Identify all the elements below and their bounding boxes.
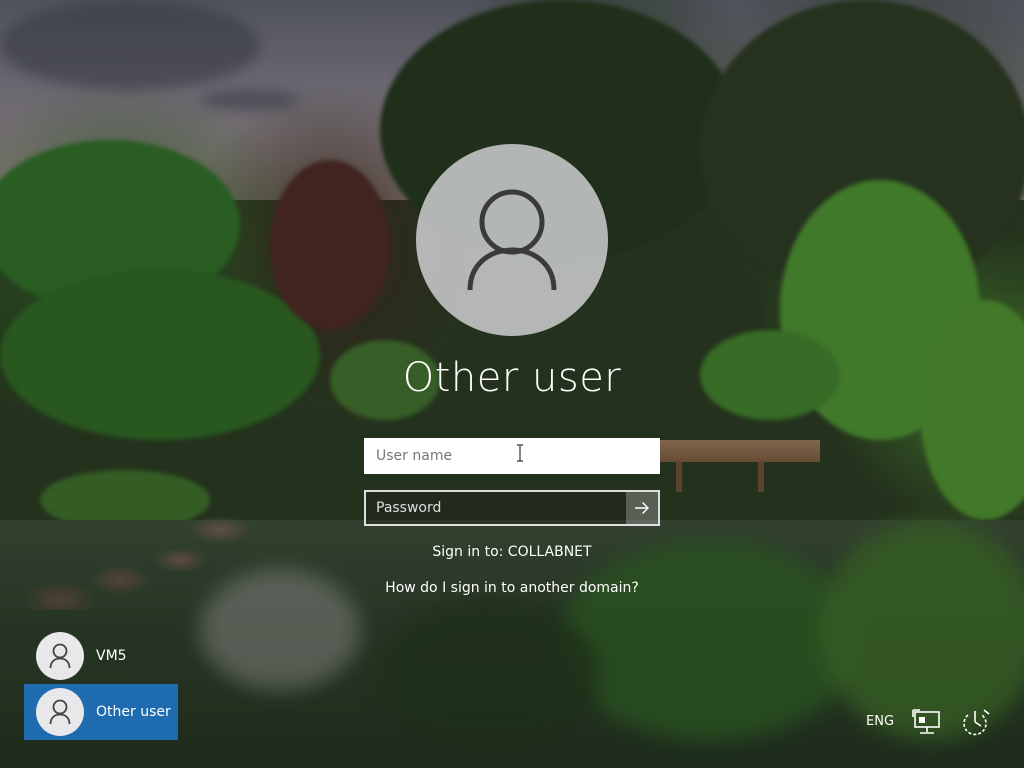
- user-avatar-icon: [49, 643, 71, 669]
- user-tile-label: Other user: [96, 704, 171, 720]
- account-avatar: [416, 144, 608, 336]
- signin-domain-text: Sign in to: COLLABNET: [432, 544, 592, 560]
- power-button[interactable]: [958, 706, 992, 740]
- user-tile-avatar: [36, 632, 84, 680]
- password-input[interactable]: [366, 492, 626, 524]
- user-tile-label: VM5: [96, 648, 127, 664]
- user-tile-vm5[interactable]: VM5: [24, 628, 178, 684]
- other-domain-help-link[interactable]: How do I sign in to another domain?: [0, 580, 1024, 596]
- network-button[interactable]: [910, 706, 944, 740]
- user-avatar-icon: [49, 699, 71, 725]
- power-icon: [963, 709, 990, 736]
- network-icon: [912, 709, 940, 734]
- account-title: Other user: [402, 355, 622, 401]
- language-indicator[interactable]: ENG: [866, 714, 894, 729]
- text-cursor-icon: [517, 444, 523, 462]
- user-tile-avatar: [36, 688, 84, 736]
- password-field: [364, 490, 660, 526]
- username-input[interactable]: [364, 438, 660, 474]
- submit-button[interactable]: [626, 492, 658, 524]
- arrow-right-icon: [635, 502, 649, 514]
- user-tile-other-user[interactable]: Other user: [24, 684, 178, 740]
- user-avatar-icon: [467, 189, 557, 291]
